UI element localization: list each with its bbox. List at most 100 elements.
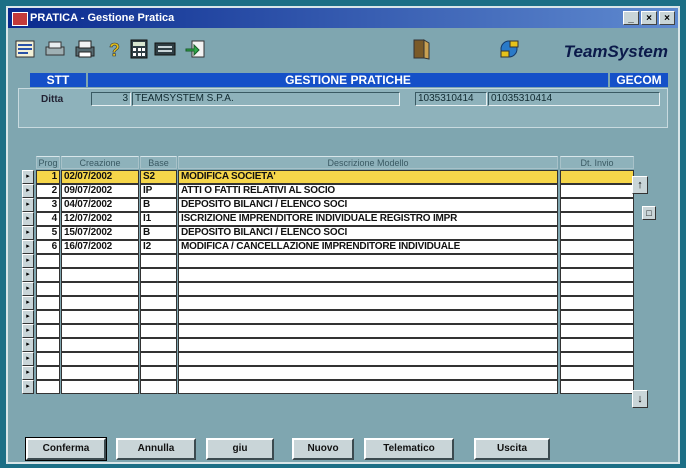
- cell-dtinvio[interactable]: [560, 310, 634, 324]
- exit-door-icon[interactable]: [410, 38, 432, 60]
- cell-prog[interactable]: 2: [36, 184, 60, 198]
- cell-descrizione[interactable]: [178, 324, 558, 338]
- cell-creazione[interactable]: [61, 310, 139, 324]
- table-row[interactable]: ▸: [22, 268, 634, 282]
- row-selector[interactable]: ▸: [22, 296, 34, 310]
- cell-descrizione[interactable]: [178, 268, 558, 282]
- row-selector[interactable]: ▸: [22, 184, 34, 198]
- conferma-button[interactable]: Conferma: [25, 437, 107, 461]
- cell-creazione[interactable]: 09/07/2002: [61, 184, 139, 198]
- cell-base[interactable]: [140, 366, 177, 380]
- cell-descrizione[interactable]: [178, 254, 558, 268]
- cell-descrizione[interactable]: DEPOSITO BILANCI / ELENCO SOCI: [178, 198, 558, 212]
- table-row[interactable]: ▸ 4 12/07/2002 I1 ISCRIZIONE IMPRENDITORE IN…: [22, 212, 634, 226]
- cell-creazione[interactable]: 04/07/2002: [61, 198, 139, 212]
- table-row[interactable]: ▸ 6 16/07/2002 I2 MODIFICA / CANCELLAZIONE I…: [22, 240, 634, 254]
- help-icon[interactable]: ?: [104, 38, 126, 60]
- cell-descrizione[interactable]: [178, 310, 558, 324]
- cell-creazione[interactable]: [61, 338, 139, 352]
- cell-dtinvio[interactable]: [560, 296, 634, 310]
- cell-dtinvio[interactable]: [560, 324, 634, 338]
- cell-prog[interactable]: [36, 366, 60, 380]
- cell-creazione[interactable]: [61, 296, 139, 310]
- scroll-thumb[interactable]: □: [642, 206, 656, 220]
- calculator-icon[interactable]: [128, 38, 150, 60]
- cell-descrizione[interactable]: MODIFICA / CANCELLAZIONE IMPRENDITORE IN…: [178, 240, 558, 254]
- cell-descrizione[interactable]: [178, 380, 558, 394]
- cell-descrizione[interactable]: [178, 352, 558, 366]
- row-selector[interactable]: ▸: [22, 282, 34, 296]
- form-icon[interactable]: [14, 38, 36, 60]
- cell-base[interactable]: [140, 282, 177, 296]
- row-selector[interactable]: ▸: [22, 198, 34, 212]
- cell-creazione[interactable]: 02/07/2002: [61, 170, 139, 184]
- row-selector[interactable]: ▸: [22, 170, 34, 184]
- cell-dtinvio[interactable]: [560, 254, 634, 268]
- scroll-up-button[interactable]: ↑: [632, 176, 648, 194]
- row-selector[interactable]: ▸: [22, 338, 34, 352]
- row-selector[interactable]: ▸: [22, 324, 34, 338]
- cell-dtinvio[interactable]: [560, 184, 634, 198]
- col-prog-header[interactable]: Prog: [36, 156, 60, 169]
- maximize-button[interactable]: ×: [641, 11, 657, 25]
- col-base-header[interactable]: Base: [140, 156, 177, 169]
- cell-creazione[interactable]: 16/07/2002: [61, 240, 139, 254]
- cell-descrizione[interactable]: ATTI O FATTI RELATIVI AL SOCIO: [178, 184, 558, 198]
- telematico-button[interactable]: Telematico: [364, 438, 454, 460]
- row-selector[interactable]: ▸: [22, 380, 34, 394]
- cell-creazione[interactable]: [61, 268, 139, 282]
- cell-base[interactable]: [140, 380, 177, 394]
- cell-creazione[interactable]: [61, 380, 139, 394]
- row-selector[interactable]: ▸: [22, 240, 34, 254]
- row-selector[interactable]: ▸: [22, 226, 34, 240]
- cell-base[interactable]: [140, 296, 177, 310]
- table-row[interactable]: ▸: [22, 352, 634, 366]
- annulla-button[interactable]: Annulla: [116, 438, 196, 460]
- cell-base[interactable]: IP: [140, 184, 177, 198]
- cell-prog[interactable]: [36, 338, 60, 352]
- table-row[interactable]: ▸ 2 09/07/2002 IP ATTI O FATTI RELATIVI AL S…: [22, 184, 634, 198]
- table-row[interactable]: ▸ 3 04/07/2002 B DEPOSITO BILANCI / ELENCO S…: [22, 198, 634, 212]
- table-row[interactable]: ▸: [22, 380, 634, 394]
- cell-base[interactable]: [140, 310, 177, 324]
- cell-descrizione[interactable]: [178, 338, 558, 352]
- cell-dtinvio[interactable]: [560, 170, 634, 184]
- cell-dtinvio[interactable]: [560, 282, 634, 296]
- cell-prog[interactable]: 6: [36, 240, 60, 254]
- cell-prog[interactable]: [36, 310, 60, 324]
- cell-dtinvio[interactable]: [560, 268, 634, 282]
- cell-base[interactable]: S2: [140, 170, 177, 184]
- cell-base[interactable]: B: [140, 226, 177, 240]
- row-selector[interactable]: ▸: [22, 254, 34, 268]
- cell-dtinvio[interactable]: [560, 366, 634, 380]
- cell-dtinvio[interactable]: [560, 380, 634, 394]
- col-dtinvio-header[interactable]: Dt. Invio: [560, 156, 634, 169]
- giu-button[interactable]: giu: [206, 438, 274, 460]
- cell-prog[interactable]: [36, 296, 60, 310]
- cell-creazione[interactable]: [61, 254, 139, 268]
- table-row[interactable]: ▸ 1 02/07/2002 S2 MODIFICA SOCIETA': [22, 170, 634, 184]
- scroll-down-button[interactable]: ↓: [632, 390, 648, 408]
- table-row[interactable]: ▸: [22, 310, 634, 324]
- cell-prog[interactable]: 5: [36, 226, 60, 240]
- row-selector[interactable]: ▸: [22, 212, 34, 226]
- cell-base[interactable]: B: [140, 198, 177, 212]
- cell-creazione[interactable]: [61, 366, 139, 380]
- cell-base[interactable]: [140, 254, 177, 268]
- cell-prog[interactable]: [36, 282, 60, 296]
- row-selector[interactable]: ▸: [22, 310, 34, 324]
- cell-creazione[interactable]: [61, 282, 139, 296]
- cell-prog[interactable]: [36, 352, 60, 366]
- cell-base[interactable]: [140, 268, 177, 282]
- export-icon[interactable]: [184, 38, 206, 60]
- cell-descrizione[interactable]: [178, 282, 558, 296]
- cell-dtinvio[interactable]: [560, 198, 634, 212]
- cell-dtinvio[interactable]: [560, 352, 634, 366]
- cell-prog[interactable]: [36, 268, 60, 282]
- printer-icon[interactable]: [74, 38, 96, 60]
- table-row[interactable]: ▸: [22, 324, 634, 338]
- cell-base[interactable]: [140, 338, 177, 352]
- cell-prog[interactable]: 4: [36, 212, 60, 226]
- cell-prog[interactable]: [36, 324, 60, 338]
- cell-prog[interactable]: [36, 380, 60, 394]
